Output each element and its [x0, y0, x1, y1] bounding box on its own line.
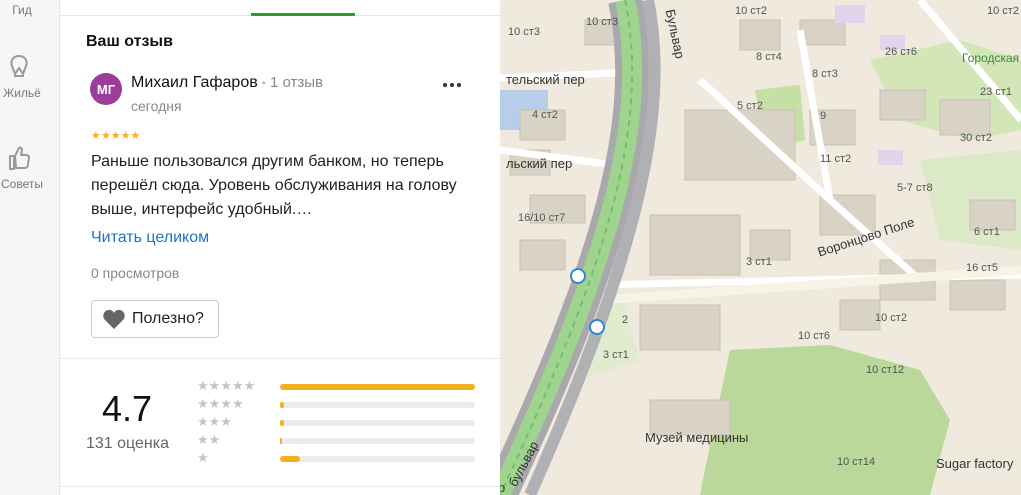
- map-label: 5-7 ст8: [897, 182, 933, 194]
- distribution-stars: ★★★★★: [197, 378, 256, 393]
- distribution-bar-track: [280, 420, 475, 426]
- distribution-bar-track: [280, 438, 475, 444]
- section-divider: [60, 358, 500, 359]
- map-label: 16/10 ст7: [518, 212, 566, 224]
- map-label: 8 ст4: [756, 51, 782, 63]
- map-label: 16 ст5: [966, 262, 998, 274]
- section-divider: [60, 486, 500, 487]
- map-label: 3 ст1: [746, 256, 772, 268]
- map-label: 3 ст1: [603, 349, 629, 361]
- distribution-bar-track: [280, 384, 475, 390]
- review-text: Раньше пользовался другим банком, но теп…: [91, 153, 457, 218]
- review-stars: ★★★★★: [91, 130, 141, 142]
- distribution-bar-track: [280, 402, 475, 408]
- map-label: льский пер: [506, 156, 573, 171]
- map-label: 30 ст2: [960, 132, 992, 144]
- useful-label: Полезно?: [132, 310, 204, 327]
- map-label: 23 ст1: [980, 86, 1012, 98]
- useful-button[interactable]: Полезно?: [91, 300, 219, 338]
- review-date: сегодня: [131, 98, 182, 114]
- map-label: Городская: [962, 51, 1020, 65]
- distribution-stars: ★★★★: [197, 396, 244, 411]
- map-label: 4 ст2: [532, 109, 558, 121]
- read-more-link[interactable]: Читать целиком: [91, 229, 209, 247]
- section-title: Ваш отзыв: [86, 33, 173, 50]
- thumbs-up-icon: [9, 146, 30, 170]
- distribution-bar-track: [280, 456, 475, 462]
- author-name[interactable]: Михаил Гафаров: [131, 74, 258, 91]
- author-review-count: 1 отзыв: [269, 74, 323, 91]
- housing-icon: [10, 54, 28, 77]
- map-label: 10 ст3: [508, 26, 540, 38]
- map-label: 2: [622, 314, 629, 326]
- distribution-bar-fill: [280, 456, 300, 462]
- map-label: 10 ст12: [866, 364, 905, 376]
- map-label: 8 ст3: [812, 68, 838, 80]
- author-line: Михаил Гафаров • 1 отзыв: [131, 74, 323, 91]
- map-label: 10 ст3: [586, 16, 618, 28]
- map-label: 10 ст2: [987, 5, 1019, 17]
- left-rail: Гид Жильё Советы: [0, 0, 60, 495]
- map-label: Sugar factory: [936, 456, 1014, 471]
- distribution-stars: ★★★: [197, 414, 232, 429]
- map-label: 10 ст2: [875, 312, 907, 324]
- review-panel: Ваш отзыв МГ Михаил Гафаров • 1 отзыв сего…: [60, 0, 500, 495]
- map-view[interactable]: 10 ст3 10 ст2 26 ст6 Городская тельский …: [500, 0, 1021, 495]
- avatar[interactable]: МГ: [90, 73, 122, 105]
- distribution-bar-fill: [280, 402, 284, 408]
- map-label: 6 ст1: [974, 226, 1000, 238]
- active-tab-indicator: [251, 13, 355, 16]
- rail-item-tips[interactable]: Советы: [0, 143, 60, 191]
- map-label: 10 ст6: [798, 330, 830, 342]
- distribution-stars: ★★: [197, 432, 221, 447]
- rail-item-label: Советы: [1, 177, 43, 191]
- map-label: 9: [820, 110, 827, 122]
- map-label: 10 ст14: [837, 456, 876, 468]
- more-options-button[interactable]: [443, 80, 467, 90]
- map-label: 11 ст2: [820, 153, 852, 165]
- rating-count: 131 оценка: [86, 435, 170, 452]
- map-label: тельский пер: [506, 72, 585, 87]
- map-label: 5 ст2: [737, 100, 763, 112]
- distribution-stars: ★: [197, 450, 209, 465]
- rail-item-label: Гид: [12, 3, 32, 17]
- rail-item-guide[interactable]: Гид: [0, 3, 60, 17]
- map-label: 10 ст2: [735, 5, 767, 17]
- distribution-bar-fill: [280, 420, 284, 426]
- rail-item-housing[interactable]: Жильё: [0, 52, 60, 100]
- rail-item-label: Жильё: [3, 86, 41, 100]
- distribution-bar-fill: [280, 438, 282, 444]
- views-count: 0 просмотров: [91, 265, 180, 281]
- map-label: р: [500, 480, 506, 495]
- map-label: Музей медицины: [645, 430, 749, 445]
- map-label: 26 ст6: [885, 46, 917, 58]
- heart-icon: [103, 309, 125, 329]
- rating-value: 4.7: [102, 388, 153, 429]
- distribution-bar-fill: [280, 384, 475, 390]
